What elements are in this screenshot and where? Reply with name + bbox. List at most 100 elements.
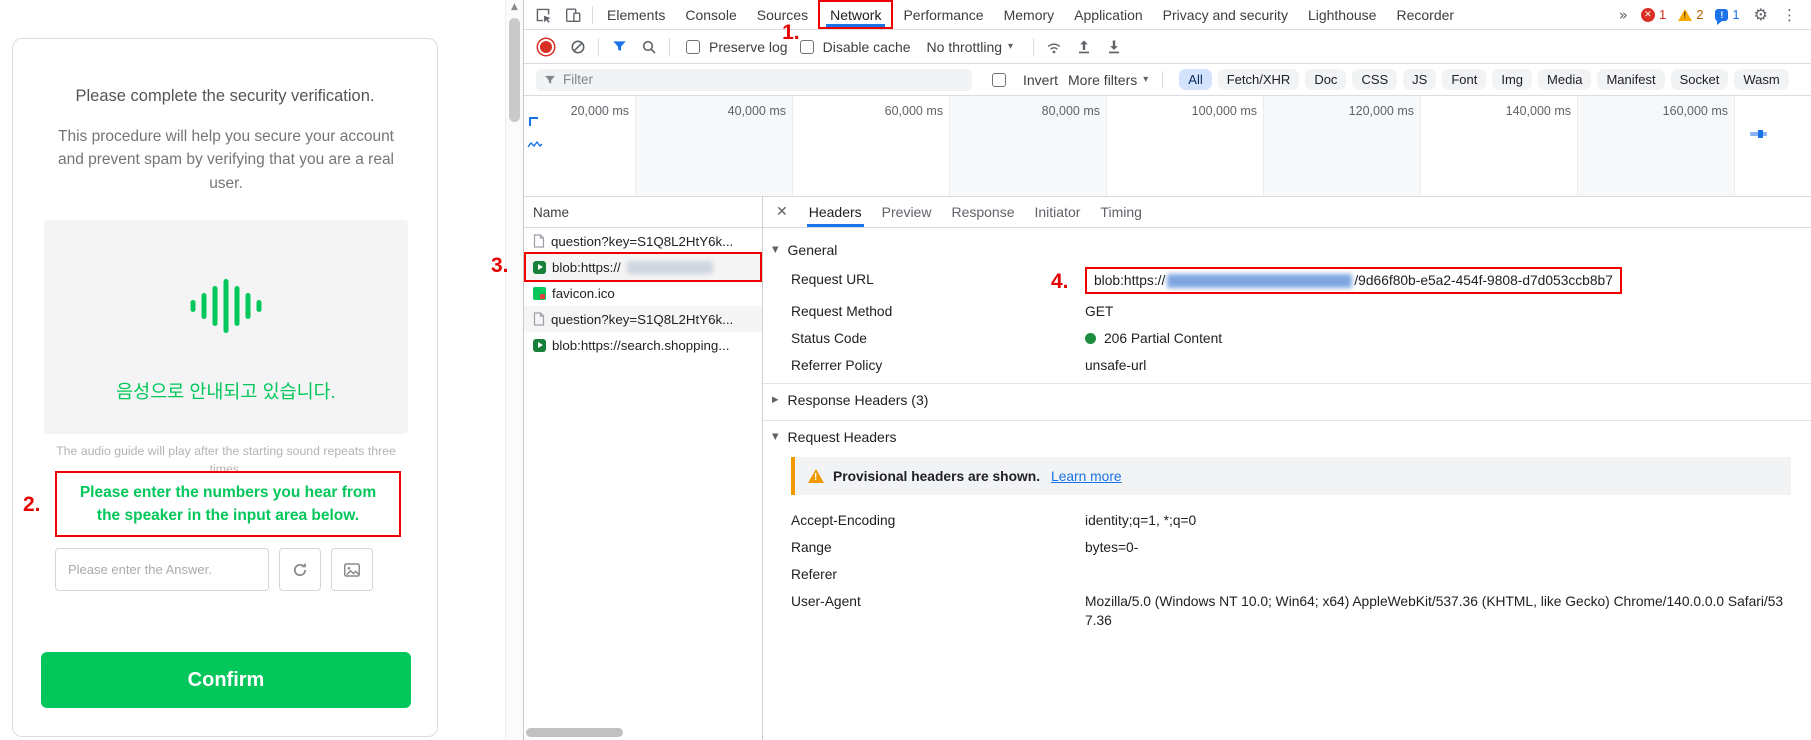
gridline (1577, 96, 1578, 196)
scrollbar-thumb[interactable] (509, 18, 520, 122)
audio-guide-text: 음성으로 안내되고 있습니다. (44, 378, 408, 404)
warning-badge[interactable]: 2 (1678, 7, 1703, 22)
request-row[interactable]: blob:https://search.shopping... (524, 332, 762, 358)
answer-input[interactable] (55, 548, 269, 591)
chip-fetch-xhr[interactable]: Fetch/XHR (1218, 69, 1300, 90)
inspect-element-icon[interactable] (528, 0, 558, 29)
confirm-button[interactable]: Confirm (41, 652, 411, 708)
close-icon[interactable]: ✕ (765, 197, 799, 227)
timeline-tick-label: 80,000 ms (996, 104, 1100, 118)
request-row[interactable]: question?key=S1Q8L2HtY6k... (524, 306, 762, 332)
chip-css[interactable]: CSS (1352, 69, 1397, 90)
favicon-icon (533, 287, 546, 300)
chip-media[interactable]: Media (1538, 69, 1591, 90)
more-filters-label: More filters (1068, 72, 1137, 88)
scrollbar-up-arrow[interactable]: ▲ (506, 2, 523, 12)
tab-lighthouse[interactable]: Lighthouse (1298, 0, 1387, 29)
request-method-row: Request Method GET (763, 298, 1811, 325)
chip-all[interactable]: All (1179, 69, 1211, 90)
network-toolbar: Preserve log Disable cache No throttling… (524, 30, 1811, 64)
invert-checkbox[interactable] (992, 73, 1006, 87)
request-row-selected[interactable]: blob:https:// 3. (524, 254, 762, 280)
tab-application[interactable]: Application (1064, 0, 1153, 29)
filter-placeholder: Filter (563, 72, 593, 87)
chip-socket[interactable]: Socket (1671, 69, 1729, 90)
chip-font[interactable]: Font (1442, 69, 1486, 90)
warning-icon (1678, 9, 1692, 21)
page-scrollbar[interactable]: ▲ (505, 0, 523, 740)
chip-doc[interactable]: Doc (1305, 69, 1346, 90)
annotation-2: 2. (23, 494, 41, 515)
separator (669, 38, 670, 56)
learn-more-link[interactable]: Learn more (1051, 469, 1122, 484)
preserve-log-checkbox[interactable] (686, 40, 700, 54)
tab-preview[interactable]: Preview (872, 197, 942, 227)
image-icon (342, 560, 362, 580)
request-headers-section-header[interactable]: ▼ Request Headers (763, 421, 1811, 453)
request-name: blob:https://search.shopping... (552, 338, 729, 353)
tab-memory[interactable]: Memory (994, 0, 1065, 29)
chevron-down-icon: ▾ (1008, 41, 1013, 52)
timeline-request-mark (529, 117, 538, 126)
name-column-header[interactable]: Name (524, 197, 762, 228)
header-name: Range (791, 538, 1085, 557)
request-row[interactable]: question?key=S1Q8L2HtY6k... (524, 228, 762, 254)
chip-js[interactable]: JS (1403, 69, 1436, 90)
timeline-tick-label: 20,000 ms (525, 104, 629, 118)
annotation-1: 1. (782, 22, 800, 43)
filter-input[interactable]: Filter (536, 69, 972, 91)
request-url-label: Request URL (791, 270, 1085, 289)
request-row[interactable]: favicon.ico (524, 280, 762, 306)
tab-headers[interactable]: Headers (799, 197, 872, 227)
network-overview-timeline[interactable]: 20,000 ms 40,000 ms 60,000 ms 80,000 ms … (524, 96, 1811, 197)
network-conditions-icon[interactable] (1040, 39, 1068, 55)
request-name: question?key=S1Q8L2HtY6k... (551, 312, 733, 327)
clear-network-log-icon[interactable] (564, 39, 592, 55)
annotation-4: 4. (1051, 271, 1069, 292)
tab-recorder[interactable]: Recorder (1386, 0, 1464, 29)
search-icon[interactable] (635, 39, 663, 55)
provisional-warning-text: Provisional headers are shown. (833, 469, 1040, 484)
replay-audio-button[interactable] (279, 548, 321, 591)
verification-heading: Please complete the security verificatio… (13, 87, 437, 106)
response-headers-section-header[interactable]: ▶ Response Headers (3) (763, 384, 1811, 416)
image-captcha-button[interactable] (331, 548, 373, 591)
error-badge[interactable]: ✕ 1 (1641, 7, 1666, 22)
more-filters-dropdown[interactable]: More filters ▾ (1068, 72, 1148, 88)
referrer-policy-label: Referrer Policy (791, 356, 1085, 375)
tab-network[interactable]: Network (820, 2, 891, 27)
tab-console[interactable]: Console (675, 0, 746, 29)
header-row: Referer (763, 561, 1811, 588)
tab-elements[interactable]: Elements (597, 0, 675, 29)
import-har-icon[interactable] (1070, 39, 1098, 55)
request-name: question?key=S1Q8L2HtY6k... (551, 234, 733, 249)
settings-gear-icon[interactable]: ⚙ (1746, 5, 1776, 24)
media-play-icon (533, 261, 546, 274)
kebab-menu-icon[interactable]: ⋮ (1776, 6, 1803, 24)
filter-toggle-icon[interactable] (605, 39, 633, 54)
more-tabs-chevron[interactable]: » (1612, 6, 1635, 24)
device-toolbar-icon[interactable] (558, 0, 588, 29)
chip-img[interactable]: Img (1492, 69, 1532, 90)
tab-performance[interactable]: Performance (893, 0, 993, 29)
tab-timing[interactable]: Timing (1090, 197, 1152, 227)
record-network-log-button[interactable] (540, 41, 552, 53)
horizontal-scrollbar-thumb[interactable] (526, 728, 623, 737)
gridline (635, 96, 636, 196)
tab-privacy-and-security[interactable]: Privacy and security (1153, 0, 1298, 29)
screen: Please complete the security verificatio… (0, 0, 1811, 740)
issues-badge[interactable]: 1 (1715, 7, 1739, 22)
annotation-3: 3. (491, 255, 509, 276)
tab-initiator[interactable]: Initiator (1025, 197, 1091, 227)
export-har-icon[interactable] (1100, 39, 1128, 55)
chip-manifest[interactable]: Manifest (1597, 69, 1664, 90)
gridline (792, 96, 793, 196)
throttling-dropdown[interactable]: No throttling ▾ (927, 39, 1014, 55)
audio-waveform-icon (191, 278, 262, 334)
status-green-dot (1085, 333, 1096, 344)
devtools-tab-bar: Elements Console Sources Network 1. Perf… (524, 0, 1811, 30)
general-section-header[interactable]: ▼ General (763, 234, 1811, 266)
disable-cache-checkbox[interactable] (800, 40, 814, 54)
chip-wasm[interactable]: Wasm (1734, 69, 1788, 90)
tab-response[interactable]: Response (941, 197, 1024, 227)
